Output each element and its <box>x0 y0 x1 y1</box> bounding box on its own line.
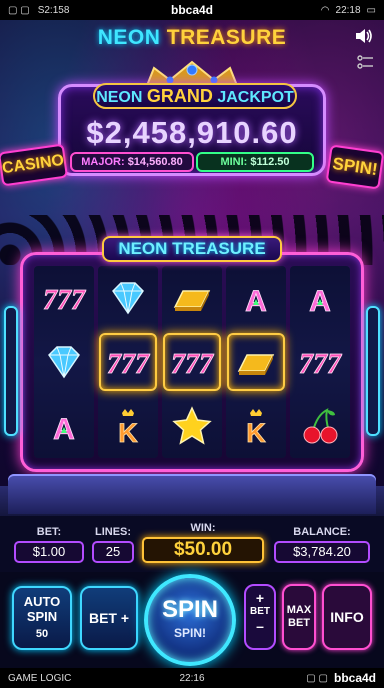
spin-sign: SPIN! <box>325 144 384 190</box>
spin-button[interactable]: SPIN SPIN! <box>144 574 236 666</box>
status-brand: bbca4d <box>170 3 213 17</box>
bottom-left-text: GAME LOGIC <box>8 672 72 684</box>
machine-base <box>8 474 376 514</box>
gold-bar-symbol-icon <box>227 333 285 391</box>
bet-decrease-icon[interactable]: – <box>246 618 274 634</box>
svg-text:K: K <box>246 418 266 447</box>
bottom-time: 22:16 <box>179 672 205 684</box>
status-bar: ▢ ▢ S2:158 bbca4d ◠ 22:18 ▭ <box>0 0 384 20</box>
notification-icons: ▢ ▢ <box>306 672 328 684</box>
major-jackpot-label: MAJOR: <box>81 156 125 168</box>
mini-jackpot-label: MINI: <box>220 156 248 168</box>
seven-symbol-icon: 777 <box>34 266 94 330</box>
control-panel: AUTO SPIN 50 BET + SPIN SPIN! + BET – MA… <box>0 572 384 668</box>
auto-spin-button[interactable]: AUTO SPIN 50 <box>12 586 72 650</box>
right-light-rail <box>366 306 380 436</box>
spin-sub-label: SPIN! <box>173 626 206 640</box>
status-right-time: 22:18 <box>335 4 361 16</box>
jackpot-label: NEON GRAND JACKPOT <box>93 83 297 109</box>
bottom-bar: GAME LOGIC 22:16 ▢ ▢ bbca4d <box>0 668 384 688</box>
major-jackpot-value: $14,560.80 <box>127 156 183 168</box>
auto-spin-count: 50 <box>35 628 49 640</box>
settings-icon[interactable] <box>356 54 374 70</box>
cherry-symbol-icon <box>290 394 350 458</box>
seven-symbol-icon: 777 <box>163 333 221 391</box>
svg-text:777: 777 <box>107 349 150 380</box>
bet-adjust-label: BET <box>250 606 270 617</box>
auto-spin-line2: SPIN <box>26 609 58 624</box>
mini-jackpot: MINI: $112.50 <box>196 152 314 172</box>
info-button[interactable]: INFO <box>322 584 372 650</box>
max-bet-line2: BET <box>288 617 310 629</box>
lines-stat: LINES: 25 <box>92 526 134 563</box>
lines-value: 25 <box>92 541 134 563</box>
stats-panel: BET: $1.00 LINES: 25 WIN: $50.00 BALANCE… <box>0 516 384 572</box>
mini-jackpot-value: $112.50 <box>250 156 290 168</box>
reel-1: 777 A <box>34 266 94 458</box>
balance-value: $3,784.20 <box>274 541 370 563</box>
reel-3: 777 <box>162 266 222 458</box>
lines-label: LINES: <box>94 526 132 538</box>
reel-5: A 777 <box>290 266 350 458</box>
bet-value: $1.00 <box>14 541 84 563</box>
game-title-part2: TREASURE <box>166 26 287 49</box>
reel-grid: 777A777K777AKA777 <box>34 266 350 458</box>
diamond-symbol-icon <box>98 266 158 330</box>
balance-stat: BALANCE: $3,784.20 <box>274 526 370 563</box>
svg-text:777: 777 <box>171 349 214 380</box>
seven-symbol-icon: 777 <box>99 333 157 391</box>
wifi-icon: ◠ <box>320 4 330 16</box>
battery-icon: ▭ <box>366 4 376 16</box>
svg-text:777: 777 <box>299 349 342 380</box>
diamond-symbol-icon <box>34 330 94 394</box>
major-jackpot: MAJOR: $14,560.80 <box>70 152 194 172</box>
auto-spin-line1: AUTO <box>23 594 61 609</box>
bet-adjust-button[interactable]: + BET – <box>244 584 276 650</box>
game-title: NEON TREASURE <box>0 26 384 50</box>
win-stat: WIN: $50.00 <box>142 522 264 563</box>
reel-2: 777 K <box>98 266 158 458</box>
svg-text:K: K <box>118 418 138 447</box>
win-label: WIN: <box>190 522 216 534</box>
jackpot-label-part1: NEON <box>96 89 143 106</box>
status-left-time: S2:158 <box>37 4 70 16</box>
seven-symbol-icon: 777 <box>290 330 350 394</box>
k-letter-symbol-icon: K <box>98 394 158 458</box>
balance-label: BALANCE: <box>293 526 351 538</box>
machine-title: NEON TREASURE <box>102 236 282 262</box>
status-icons: ▢ ▢ <box>8 4 30 16</box>
jackpot-label-part2: GRAND <box>146 86 213 106</box>
spin-main-label: SPIN <box>161 596 218 623</box>
reel-4: AK <box>226 266 286 458</box>
left-light-rail <box>4 306 18 436</box>
a-letter-symbol-icon: A <box>290 266 350 330</box>
max-bet-line1: MAX <box>286 604 312 616</box>
jackpot-amount: $2,458,910.60 <box>86 115 298 150</box>
bet-plus-button[interactable]: BET + <box>80 586 138 650</box>
a-letter-symbol-icon: A <box>226 266 286 330</box>
a-letter-symbol-icon: A <box>34 394 94 458</box>
sound-icon[interactable] <box>354 27 374 45</box>
k-letter-symbol-icon: K <box>226 394 286 458</box>
bet-stat: BET: $1.00 <box>14 526 84 563</box>
gold-bar-symbol-icon <box>162 266 222 330</box>
bottom-brand: bbca4d <box>333 671 376 685</box>
max-bet-button[interactable]: MAX BET <box>282 584 316 650</box>
bet-label: BET: <box>36 526 62 538</box>
win-value: $50.00 <box>142 537 264 563</box>
star-symbol-icon <box>162 394 222 458</box>
game-title-part1: NEON <box>97 26 161 49</box>
svg-text:777: 777 <box>43 285 86 316</box>
jackpot-label-part3: JACKPOT <box>217 89 294 106</box>
bet-increase-icon[interactable]: + <box>246 590 274 606</box>
